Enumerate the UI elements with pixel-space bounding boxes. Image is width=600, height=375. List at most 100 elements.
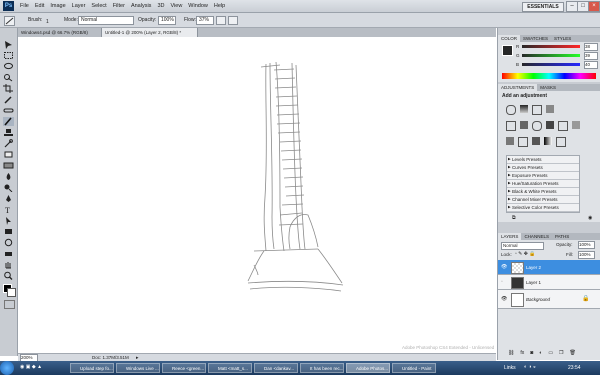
close-icon[interactable]: × [588,1,600,12]
hue-saturation-icon[interactable] [520,121,528,129]
lock-icons[interactable]: ▫ ✎ ✥ 🔒 [515,251,536,257]
path-selection-tool-icon[interactable] [3,216,14,225]
task-5[interactable]: It has been rec... [300,363,344,373]
panel-options-icon[interactable]: ◉ [588,215,592,221]
airbrush-icon[interactable] [216,16,226,25]
task-2[interactable]: Reece <green... [162,363,206,373]
type-tool-icon[interactable]: T [3,205,14,214]
brush-tool-preset-icon[interactable] [4,16,15,26]
green-value[interactable]: 39 [584,52,598,60]
crop-tool-icon[interactable] [3,84,14,93]
color-balance-icon[interactable] [532,121,542,131]
brush-size[interactable]: 1 [46,19,49,25]
new-layer-icon[interactable]: ❐ [559,350,563,356]
task-4[interactable]: Dan <dankav... [254,363,298,373]
flow-field[interactable]: 37% [196,16,214,25]
menu-analysis[interactable]: Analysis [131,3,151,9]
layer-name[interactable]: Background [526,297,550,302]
marquee-tool-icon[interactable] [3,51,14,60]
preset-levels[interactable]: Levels Presets [507,156,579,164]
preset-curves[interactable]: Curves Presets [507,164,579,172]
fill-field[interactable]: 100% [578,251,595,259]
move-tool-icon[interactable] [3,40,14,49]
brush-tool-icon[interactable] [3,117,14,126]
eraser-tool-icon[interactable] [3,150,14,159]
preset-hue-saturation[interactable]: Hue/Saturation Presets [507,180,579,188]
menu-filter[interactable]: Filter [113,3,125,9]
delete-layer-icon[interactable]: 🗑 [570,350,576,356]
menu-file[interactable]: File [20,3,29,9]
tab-color[interactable]: COLOR [498,35,521,42]
3d-camera-tool-icon[interactable] [3,249,14,258]
clock[interactable]: 23:54 [568,365,581,371]
layer-row-layer-1[interactable]: ▫ Layer 1 [498,275,600,290]
tab-layers[interactable]: LAYERS [498,233,522,240]
invert-icon[interactable] [506,137,514,145]
red-slider[interactable] [522,45,580,48]
tab-paths[interactable]: PATHS [552,233,572,240]
tab-untitled-1[interactable]: Untitled-1 @ 200% (Layer 2, RGB/8) * [102,28,198,37]
levels-icon[interactable] [520,105,528,113]
history-brush-tool-icon[interactable] [3,139,14,148]
3d-rotate-tool-icon[interactable] [3,238,14,247]
preset-selective-color[interactable]: Selective Color Presets [507,204,579,212]
menu-layer[interactable]: Layer [72,3,86,9]
channel-mixer-icon[interactable] [572,121,580,129]
exposure-icon[interactable] [546,105,554,113]
layer-name[interactable]: Layer 1 [526,280,541,285]
color-foreground-swatch[interactable] [502,45,513,56]
hand-tool-icon[interactable] [3,260,14,269]
gradient-tool-icon[interactable] [3,161,14,170]
quick-launch-icons[interactable]: ◉ ▣ ◆ ▲ [20,364,66,372]
tab-channels[interactable]: CHANNELS [521,233,552,240]
menu-edit[interactable]: Edit [35,3,44,9]
link-layers-icon[interactable]: ⛓ [508,350,514,356]
zoom-tool-icon[interactable] [3,271,14,280]
preset-exposure[interactable]: Exposure Presets [507,172,579,180]
eyedropper-tool-icon[interactable] [3,95,14,104]
dodge-tool-icon[interactable] [3,183,14,192]
photoshop-logo[interactable]: Ps [3,1,14,11]
layer-style-icon[interactable]: fx [520,350,524,356]
tab-adjustments[interactable]: ADJUSTMENTS [498,84,538,91]
tab-styles[interactable]: STYLES [551,35,574,42]
brightness-contrast-icon[interactable] [506,105,516,115]
visibility-eye-icon[interactable]: 👁 [501,296,507,302]
brush-panel-icon[interactable] [228,16,238,25]
menu-3d[interactable]: 3D [157,3,164,9]
curves-icon[interactable] [532,105,542,115]
task-0[interactable]: Upload step fo... [70,363,114,373]
healing-tool-icon[interactable] [3,106,14,115]
background-color-swatch[interactable] [7,288,16,297]
threshold-icon[interactable] [532,137,540,145]
blend-mode-select[interactable]: Normal [501,242,544,250]
black-white-icon[interactable] [546,121,554,129]
tab-windows4[interactable]: Windows4.psd @ 66.7% (RGB/8) [18,28,102,37]
quick-select-tool-icon[interactable] [3,73,14,82]
blue-value[interactable]: 40 [584,61,598,69]
opacity-field[interactable]: 100% [158,16,176,25]
task-7[interactable]: Untitled - Paint [392,363,436,373]
start-button[interactable] [0,361,14,375]
quick-mask-icon[interactable] [4,300,15,309]
task-6[interactable]: Adobe Photos... [346,363,390,373]
tray-icons[interactable]: ◐ ◑ ◒ [524,364,536,370]
gradient-map-icon[interactable] [544,137,552,145]
posterize-icon[interactable] [518,137,528,147]
new-group-icon[interactable]: ▭ [548,350,553,356]
add-mask-icon[interactable]: ◙ [530,350,533,356]
menu-image[interactable]: Image [50,3,65,9]
preset-black-white[interactable]: Black & White Presets [507,188,579,196]
visibility-eye-icon[interactable]: 👁 [501,264,507,270]
layer-row-layer-2[interactable]: 👁 Layer 2 [498,260,600,275]
menu-help[interactable]: Help [214,3,225,9]
clip-layer-icon[interactable]: ⧉ [512,215,516,221]
visibility-eye-icon[interactable]: ▫ [501,279,503,285]
tab-masks[interactable]: MASKS [537,84,559,91]
vibrance-icon[interactable] [506,121,516,131]
workspace-switcher[interactable]: ESSENTIALS [522,2,564,12]
tab-swatches[interactable]: SWATCHES [520,35,551,42]
layer-name[interactable]: Layer 2 [526,265,541,270]
menu-select[interactable]: Select [91,3,106,9]
links-toolbar[interactable]: Links [504,365,516,371]
